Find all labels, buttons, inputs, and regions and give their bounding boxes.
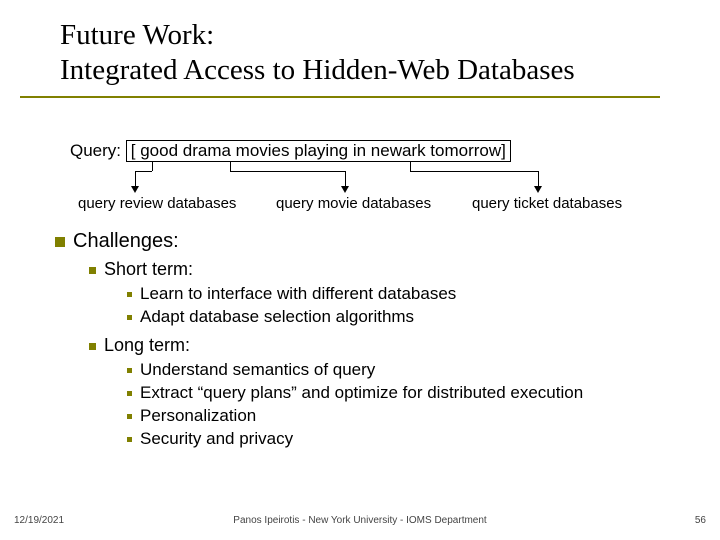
challenges-heading-text: Challenges:: [73, 230, 179, 252]
query-box: [ good drama movies playing in newark to…: [126, 140, 511, 162]
arrow-connector: [345, 171, 346, 187]
list-item: Personalization: [127, 406, 700, 426]
list-item-text: Extract “query plans” and optimize for d…: [140, 383, 583, 402]
list-item: Extract “query plans” and optimize for d…: [127, 383, 700, 403]
footer-center: Panos Ipeirotis - New York University - …: [0, 515, 720, 526]
slide-title: Future Work: Integrated Access to Hidden…: [60, 18, 700, 98]
bullet-icon: [55, 237, 65, 247]
list-item: Understand semantics of query: [127, 360, 700, 380]
challenges-heading: Challenges:: [55, 230, 700, 253]
arrow-connector: [230, 161, 231, 171]
title-underline: [20, 96, 660, 98]
arrow-connector: [135, 171, 136, 187]
short-term-heading-text: Short term:: [104, 259, 193, 279]
db-review-label: query review databases: [78, 195, 236, 212]
list-item: Learn to interface with different databa…: [127, 284, 700, 304]
bullet-icon: [127, 368, 132, 373]
arrow-connector: [135, 171, 152, 172]
list-item-text: Adapt database selection algorithms: [140, 307, 414, 326]
long-term-heading-text: Long term:: [104, 335, 190, 355]
arrow-head-icon: [341, 186, 349, 193]
bullet-icon: [127, 292, 132, 297]
bullet-icon: [89, 267, 96, 274]
content-body: Challenges: Short term: Learn to interfa…: [55, 230, 700, 452]
bullet-icon: [127, 437, 132, 442]
arrow-connector: [230, 171, 345, 172]
db-ticket-label: query ticket databases: [472, 195, 622, 212]
title-line-1: Future Work:: [60, 18, 700, 53]
long-term-heading: Long term:: [89, 335, 700, 356]
list-item-text: Learn to interface with different databa…: [140, 284, 456, 303]
db-movie-label: query movie databases: [276, 195, 431, 212]
bullet-icon: [127, 391, 132, 396]
arrow-connector: [410, 161, 411, 171]
query-text: [ good drama movies playing in newark to…: [131, 141, 506, 160]
bullet-icon: [127, 414, 132, 419]
title-line-2: Integrated Access to Hidden-Web Database…: [60, 53, 700, 88]
short-term-heading: Short term:: [89, 259, 700, 280]
arrow-head-icon: [131, 186, 139, 193]
list-item-text: Personalization: [140, 406, 256, 425]
arrow-connector: [152, 161, 153, 171]
arrow-connector: [410, 171, 538, 172]
arrow-connector: [538, 171, 539, 187]
list-item-text: Security and privacy: [140, 429, 293, 448]
list-item-text: Understand semantics of query: [140, 360, 375, 379]
arrow-head-icon: [534, 186, 542, 193]
bullet-icon: [127, 315, 132, 320]
query-row: Query: [ good drama movies playing in ne…: [70, 140, 511, 162]
list-item: Adapt database selection algorithms: [127, 307, 700, 327]
list-item: Security and privacy: [127, 429, 700, 449]
query-label: Query:: [70, 141, 121, 161]
bullet-icon: [89, 343, 96, 350]
footer-page-number: 56: [695, 515, 706, 526]
